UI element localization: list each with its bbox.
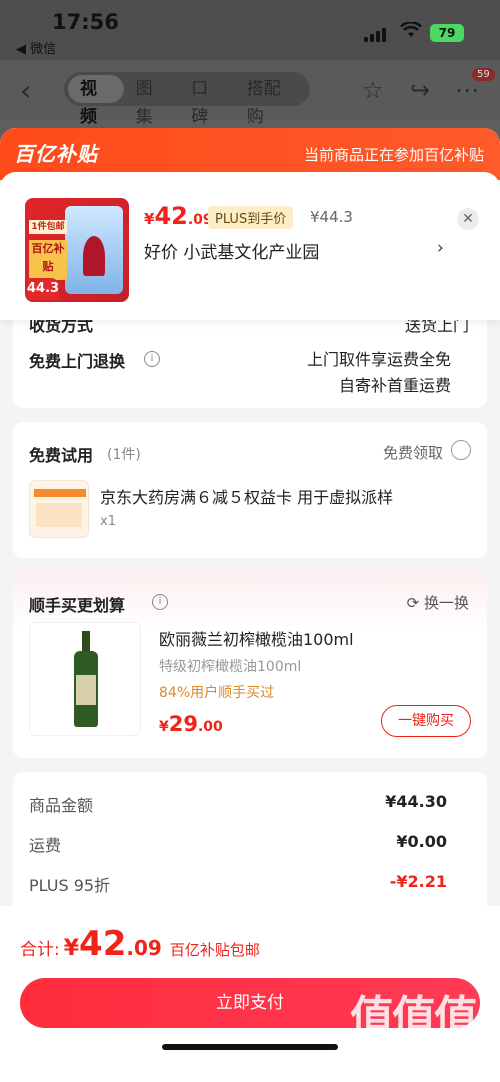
- wifi-icon: [400, 22, 422, 37]
- summary-label: 运费: [29, 836, 62, 855]
- free-return-line2: 自寄补首重运费: [338, 376, 451, 395]
- plus-price-tag: PLUS到手价: [208, 206, 294, 229]
- thumb-free-shipping-tag: 1件包邮: [29, 220, 67, 234]
- free-trial-card: 免费试用 (1件) 免费领取 京东大药房满６减５权益卡 用于虚拟派样 x1: [13, 422, 487, 558]
- share-icon[interactable]: ↪: [410, 76, 430, 104]
- trial-item-title: 京东大药房满６减５权益卡 用于虚拟派样: [100, 488, 394, 507]
- product-nav: ‹ 视频 图集 口碑 搭配购 ☆ ↪ ⋯ 59: [0, 60, 500, 127]
- checkout-footer: 合计: ¥42.09 百亿补贴包邮 立即支付 值值值 zhizhizhi.com: [0, 906, 500, 1082]
- thumb-subsidy-tag: 百亿补贴: [29, 240, 67, 280]
- trial-item-qty: x1: [100, 514, 116, 529]
- product-price: ¥42.09: [144, 202, 213, 230]
- addon-spec: 特级初榨橄榄油100ml: [159, 659, 302, 675]
- free-trial-title: 免费试用: [29, 446, 94, 465]
- back-arrow-icon[interactable]: ‹: [20, 74, 31, 107]
- free-claim-radio[interactable]: [451, 440, 471, 460]
- battery-icon: 79: [430, 24, 464, 42]
- summary-value: ¥0.00: [396, 832, 447, 851]
- summary-label: 商品金额: [29, 796, 94, 815]
- addon-price: ¥29.00: [159, 712, 223, 736]
- product-thumbnail: 1件包邮 百亿补贴 44.3: [25, 198, 129, 302]
- trial-item-thumbnail: [29, 480, 89, 538]
- summary-discount-value: -¥2.21: [389, 872, 447, 891]
- chevron-right-icon[interactable]: ›: [437, 238, 444, 258]
- thumb-price-badge: 44.3: [27, 278, 59, 300]
- total-subsidy-note: 百亿补贴包邮: [169, 941, 260, 959]
- status-time: 17:56: [52, 10, 119, 34]
- total-amount: 合计: ¥42.09 百亿补贴包邮: [20, 924, 260, 964]
- info-icon[interactable]: i: [144, 351, 160, 367]
- refresh-button[interactable]: ⟳ 换一换: [407, 592, 469, 613]
- refresh-icon: ⟳: [406, 594, 420, 612]
- addon-name[interactable]: 欧丽薇兰初榨橄榄油100ml: [159, 626, 354, 650]
- tab-video[interactable]: 视频: [68, 75, 124, 127]
- free-trial-count: (1件): [107, 447, 141, 463]
- status-bar: 17:56 ◀ 微信 79: [0, 0, 500, 60]
- subsidy-logo: 百亿补贴: [14, 142, 98, 166]
- home-indicator[interactable]: [162, 1044, 338, 1050]
- close-icon[interactable]: ✕: [457, 208, 479, 230]
- tab-reviews[interactable]: 口碑: [179, 75, 235, 127]
- watermark-logo: 值值值 zhizhizhi.com: [350, 992, 478, 1059]
- original-price: ¥44.3: [310, 208, 353, 226]
- info-icon[interactable]: i: [152, 594, 168, 610]
- product-card: 1件包邮 百亿补贴 44.3 ¥42.09 PLUS到手价 ¥44.3 ✕ 好价…: [0, 172, 500, 320]
- addon-title: 顺手买更划算: [29, 596, 126, 615]
- tab-gallery[interactable]: 图集: [124, 75, 180, 127]
- free-return-label: 免费上门退换: [29, 352, 126, 371]
- olive-oil-thumbnail[interactable]: [29, 622, 141, 736]
- summary-label: PLUS 95折: [29, 876, 111, 895]
- checkout-sheet: 百亿补贴 当前商品正在参加百亿补贴 收货方式 送货上门 免费上门退换 i 上门取…: [0, 128, 500, 1082]
- addon-stat: 84%用户顺手买过: [159, 685, 275, 701]
- signal-icon: [364, 28, 386, 42]
- summary-value: ¥44.30: [385, 792, 447, 811]
- free-return-line1: 上门取件享运费全免: [306, 350, 451, 369]
- subsidy-note: 当前商品正在参加百亿补贴: [303, 146, 484, 164]
- free-claim-label: 免费领取: [382, 444, 443, 462]
- star-icon[interactable]: ☆: [362, 76, 384, 104]
- media-tabs: 视频 图集 口碑 搭配购: [64, 72, 310, 127]
- addon-card: 顺手买更划算 i ⟳ 换一换 欧丽薇兰初榨橄榄油100ml 特级初榨橄榄油100…: [13, 572, 487, 758]
- back-to-wechat[interactable]: ◀ 微信: [16, 38, 56, 57]
- tab-bundle[interactable]: 搭配购: [235, 75, 306, 127]
- shop-name[interactable]: 好价 小武基文化产业园: [144, 238, 319, 263]
- one-click-buy-button[interactable]: 一键购买: [381, 705, 471, 737]
- message-badge: 59: [472, 68, 495, 81]
